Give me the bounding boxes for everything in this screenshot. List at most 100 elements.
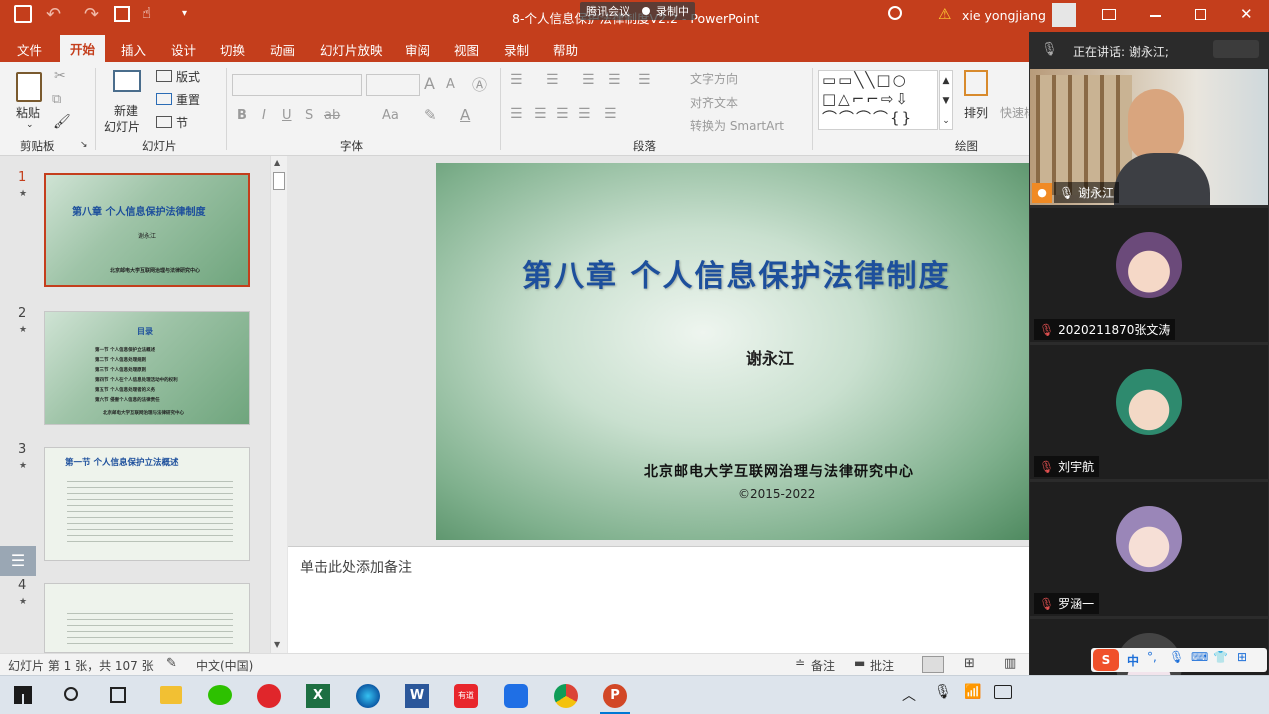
wifi-icon[interactable]: 📶 (964, 684, 981, 700)
strikethrough-button[interactable]: ab (324, 108, 340, 123)
smartart-button[interactable]: 转换为 SmartArt (690, 117, 784, 134)
tencent-meeting-icon[interactable] (504, 684, 528, 708)
section-button[interactable]: 节 (176, 114, 188, 131)
save-icon[interactable] (14, 5, 32, 23)
display-icon[interactable] (994, 685, 1012, 699)
netease-music-icon[interactable] (257, 684, 281, 708)
slide-thumbnail-3[interactable]: 第一节 个人信息保护立法概述 (44, 447, 250, 561)
slide-thumbnail-4[interactable] (44, 583, 250, 653)
user-avatar[interactable] (1052, 3, 1076, 27)
paste-button[interactable]: 粘贴 (16, 104, 40, 121)
line-spacing-icon[interactable]: ☰ (638, 72, 651, 88)
align-left-icon[interactable]: ☰ (510, 106, 523, 122)
clipboard-launcher-icon[interactable]: ↘ (80, 140, 88, 150)
redo-icon[interactable]: ↷ (84, 4, 99, 25)
arrange-button[interactable]: 排列 (964, 104, 988, 121)
tab-record[interactable]: 录制 (504, 40, 529, 59)
change-case-button[interactable]: Aa (382, 108, 399, 123)
notes-icon[interactable]: ≐ (795, 656, 805, 670)
highlight-color-icon[interactable]: ✎ (424, 106, 437, 124)
tab-transitions[interactable]: 切换 (220, 40, 245, 59)
tab-help[interactable]: 帮助 (553, 40, 578, 59)
powerpoint-icon[interactable]: P (603, 684, 627, 708)
minimize-icon[interactable] (1150, 15, 1161, 17)
scroll-down-icon[interactable]: ▼ (274, 640, 280, 649)
tab-design[interactable]: 设计 (171, 40, 196, 59)
ime-language[interactable]: 中 (1127, 652, 1139, 669)
shadow-button[interactable]: S (305, 108, 313, 123)
wechat-icon[interactable] (208, 685, 232, 705)
scroll-thumb[interactable] (273, 172, 285, 190)
customize-toolbar-icon[interactable]: ▾ (182, 8, 187, 19)
increase-font-icon[interactable]: A (424, 74, 435, 93)
underline-button[interactable]: U (282, 108, 292, 123)
toolbox-icon[interactable]: ⊞ (1237, 650, 1247, 664)
reset-icon[interactable] (156, 93, 172, 105)
undo-icon[interactable]: ↶ (46, 4, 61, 25)
arrange-icon[interactable] (964, 70, 988, 96)
close-icon[interactable]: ✕ (1240, 5, 1253, 23)
align-center-icon[interactable]: ☰ (534, 106, 547, 122)
language-status[interactable]: 中文(中国) (196, 657, 253, 674)
align-right-icon[interactable]: ☰ (556, 106, 569, 122)
align-text-button[interactable]: 对齐文本 (690, 94, 738, 111)
normal-view-icon[interactable] (922, 656, 944, 673)
current-slide[interactable]: 第八章 个人信息保护法律制度 谢永江 北京邮电大学互联网治理与法律研究中心 ©2… (436, 163, 1029, 540)
voice-input-icon[interactable]: 🎙 (1169, 650, 1184, 664)
search-icon[interactable] (64, 687, 78, 701)
slideshow-from-start-icon[interactable] (114, 6, 130, 22)
decrease-font-icon[interactable]: A (446, 77, 455, 92)
copy-icon[interactable]: ⧉ (52, 92, 61, 107)
notes-pane[interactable]: 单击此处添加备注 (288, 546, 1029, 653)
columns-icon[interactable]: ☰ (604, 106, 617, 122)
participant-tile[interactable]: 🎙 罗涵一 (1030, 482, 1268, 616)
tab-file[interactable]: 文件 (17, 40, 42, 59)
slide-org[interactable]: 北京邮电大学互联网治理与法律研究中心 (644, 461, 914, 481)
text-direction-button[interactable]: 文字方向 (690, 70, 738, 87)
section-icon[interactable] (156, 116, 172, 128)
font-color-icon[interactable]: A (460, 106, 470, 124)
increase-indent-icon[interactable]: ☰ (608, 72, 621, 88)
cut-icon[interactable]: ✂ (54, 68, 66, 84)
bold-button[interactable]: B (237, 108, 247, 123)
participant-tile[interactable]: 🎙 2020211870张文涛 (1030, 208, 1268, 342)
slide-title[interactable]: 第八章 个人信息保护法律制度 (522, 251, 950, 295)
show-hidden-icons-icon[interactable]: ︿ (902, 685, 916, 705)
slide-copyright[interactable]: ©2015-2022 (738, 487, 815, 501)
decrease-indent-icon[interactable]: ☰ (582, 72, 595, 88)
tab-insert[interactable]: 插入 (121, 40, 146, 59)
tab-slideshow[interactable]: 幻灯片放映 (320, 40, 383, 59)
layout-icon[interactable] (156, 70, 172, 82)
justify-icon[interactable]: ☰ (578, 106, 591, 122)
restore-icon[interactable] (1195, 9, 1206, 20)
slide-thumbnail-2[interactable]: 目录 第一节 个人信息保护立法概述 第二节 个人信息处理规则 第三节 个人信息处… (44, 311, 250, 425)
word-icon[interactable]: W (405, 684, 429, 708)
tab-view[interactable]: 视图 (454, 40, 479, 59)
slide-list-icon[interactable]: ☰ (0, 546, 36, 576)
participant-tile[interactable]: 🎙 刘宇航 (1030, 345, 1268, 479)
layout-button[interactable]: 版式 (176, 68, 200, 85)
chrome-icon[interactable] (554, 684, 578, 708)
paste-icon[interactable] (16, 72, 42, 102)
new-slide-button-line2[interactable]: 幻灯片 (104, 118, 140, 135)
participant-video-tile[interactable]: ● 🎙 谢永江 (1030, 69, 1268, 205)
skin-icon[interactable]: 👕 (1213, 650, 1228, 664)
font-family-input[interactable] (232, 74, 362, 96)
punctuation-icon[interactable]: °, (1147, 650, 1157, 664)
excel-icon[interactable]: X (306, 684, 330, 708)
font-size-input[interactable] (366, 74, 420, 96)
accessibility-icon[interactable]: ✎ (166, 656, 177, 671)
sogou-ime-icon[interactable]: S (1093, 649, 1119, 671)
comments-button[interactable]: 批注 (870, 657, 894, 674)
keyboard-icon[interactable]: ⌨ (1191, 650, 1208, 664)
numbering-icon[interactable]: ☰ (546, 72, 559, 88)
clear-format-icon[interactable]: Ⓐ (472, 74, 487, 95)
tab-animations[interactable]: 动画 (270, 40, 295, 59)
paste-dropdown-icon[interactable]: ⌄ (26, 120, 34, 130)
user-name[interactable]: xie yongjiang (962, 8, 1046, 23)
italic-button[interactable]: I (262, 108, 266, 123)
tab-review[interactable]: 审阅 (405, 40, 430, 59)
edge-icon[interactable] (356, 684, 380, 708)
slide-thumbnail-1[interactable]: 第八章 个人信息保护法律制度 谢永江 北京邮电大学互联网治理与法律研究中心 (44, 173, 250, 287)
reading-view-icon[interactable]: ▥ (1004, 656, 1016, 671)
